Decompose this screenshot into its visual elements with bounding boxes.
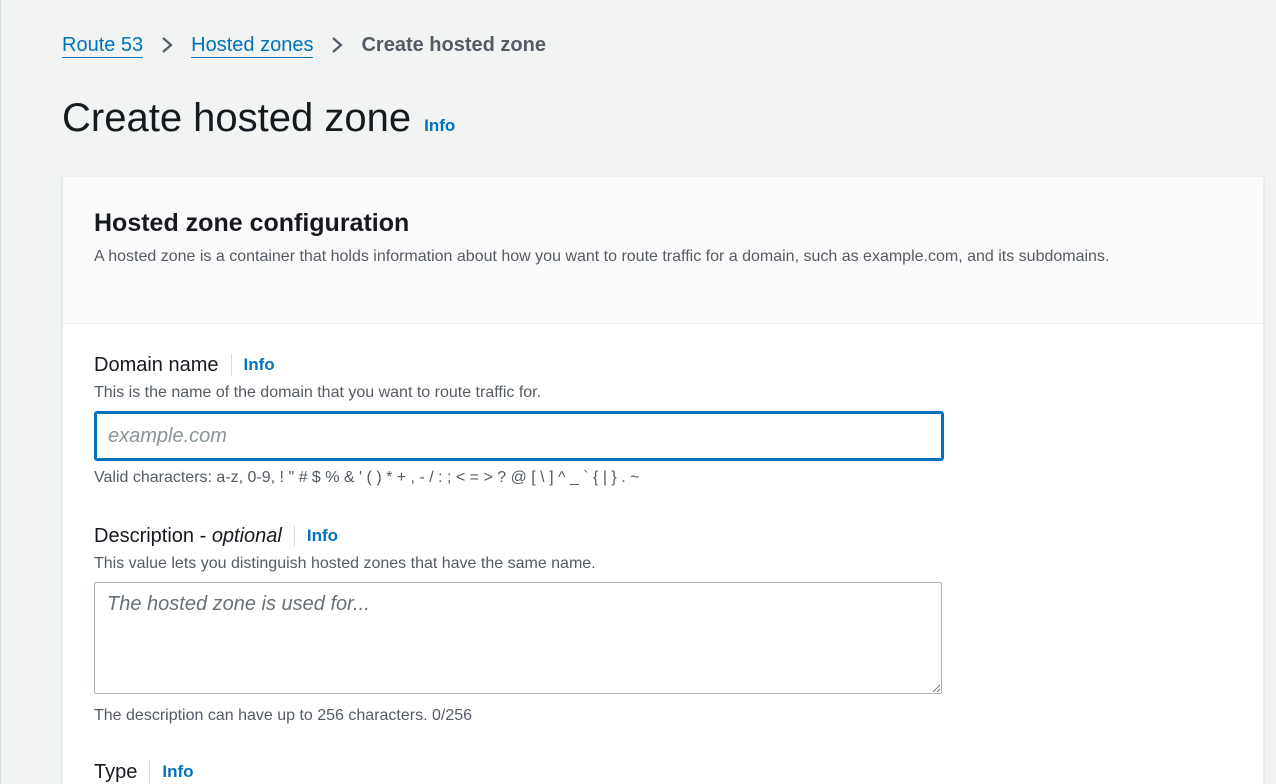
- description-info-link[interactable]: Info: [307, 526, 338, 546]
- domain-name-input[interactable]: [94, 411, 944, 461]
- page-info-link[interactable]: Info: [424, 116, 455, 136]
- breadcrumb-hosted-zones-link[interactable]: Hosted zones: [191, 33, 314, 58]
- chevron-right-icon: [143, 35, 191, 55]
- label-divider: [230, 354, 232, 376]
- domain-name-label: Domain name: [94, 353, 219, 376]
- description-field: Description - optional Info This value l…: [94, 523, 942, 727]
- type-info-link[interactable]: Info: [162, 762, 193, 782]
- hosted-zone-configuration-panel: Hosted zone configuration A hosted zone …: [62, 176, 1264, 784]
- page-title: Create hosted zone: [62, 96, 412, 140]
- panel-description: A hosted zone is a container that holds …: [94, 248, 1110, 265]
- domain-name-info-link[interactable]: Info: [244, 355, 275, 375]
- type-field: Type Info: [94, 759, 194, 784]
- chevron-right-icon: [313, 35, 361, 55]
- breadcrumb: Route 53 Hosted zones Create hosted zone: [62, 31, 546, 59]
- type-label: Type: [94, 760, 138, 783]
- description-label: Description - optional: [94, 524, 282, 547]
- panel-header: Hosted zone configuration A hosted zone …: [63, 177, 1263, 324]
- panel-title: Hosted zone configuration: [94, 209, 410, 237]
- page-header: Create hosted zone Info: [62, 92, 455, 144]
- page: Route 53 Hosted zones Create hosted zone…: [0, 0, 1276, 784]
- label-divider: [149, 761, 151, 783]
- description-field-description: This value lets you distinguish hosted z…: [94, 555, 596, 572]
- description-character-count: The description can have up to 256 chara…: [94, 707, 473, 724]
- domain-name-field: Domain name Info This is the name of the…: [94, 352, 944, 489]
- breadcrumb-current: Create hosted zone: [361, 34, 546, 56]
- domain-name-description: This is the name of the domain that you …: [94, 384, 542, 401]
- label-divider: [293, 525, 295, 547]
- domain-name-hint: Valid characters: a-z, 0-9, ! " # $ % & …: [94, 469, 640, 486]
- breadcrumb-route53-link[interactable]: Route 53: [62, 33, 144, 58]
- description-textarea[interactable]: [94, 582, 942, 694]
